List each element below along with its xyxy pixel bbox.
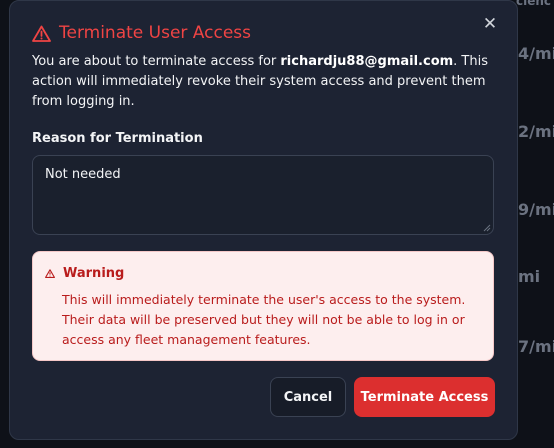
warning-text: This will immediately terminate the user… xyxy=(62,292,466,347)
background-cell: 9/mi xyxy=(518,200,554,219)
background-column-header: cienc xyxy=(516,0,552,8)
background-cell-value: 9/mi xyxy=(518,200,554,219)
background-cell-value: mi xyxy=(518,267,541,286)
warning-title: Warning xyxy=(63,266,125,281)
background-cell-value: 4/mi xyxy=(518,44,554,63)
background-cell: 7/mi xyxy=(518,337,554,356)
background-cell: mi xyxy=(518,267,554,286)
warning-box: Warning This will immediately terminate … xyxy=(32,251,494,361)
background-cell-value: 7/mi xyxy=(518,337,554,356)
background-cell: 4/mi xyxy=(518,44,554,63)
dialog-header: Terminate User Access xyxy=(32,23,251,43)
warning-icon xyxy=(45,269,55,278)
reason-textarea[interactable]: Not needed xyxy=(32,155,494,235)
dialog-title: Terminate User Access xyxy=(59,23,251,43)
alert-triangle-icon xyxy=(32,25,51,42)
reason-label: Reason for Termination xyxy=(32,131,203,146)
terminate-access-button[interactable]: Terminate Access xyxy=(354,377,495,417)
resize-grip-icon[interactable] xyxy=(483,224,491,232)
close-button[interactable]: ✕ xyxy=(481,15,499,33)
description-prefix: You are about to terminate access for xyxy=(32,54,281,69)
background-cell-value: 2/mi xyxy=(518,122,554,141)
warning-header: Warning xyxy=(45,266,124,281)
cancel-button[interactable]: Cancel xyxy=(270,377,346,417)
close-icon[interactable]: ✕ xyxy=(483,14,497,34)
dialog-description: You are about to terminate access for ri… xyxy=(32,52,502,112)
terminate-user-dialog: ✕ Terminate User Access You are about to… xyxy=(9,0,518,440)
user-email: richardju88@gmail.com xyxy=(280,54,454,69)
background-cell: 2/mi xyxy=(518,122,554,141)
